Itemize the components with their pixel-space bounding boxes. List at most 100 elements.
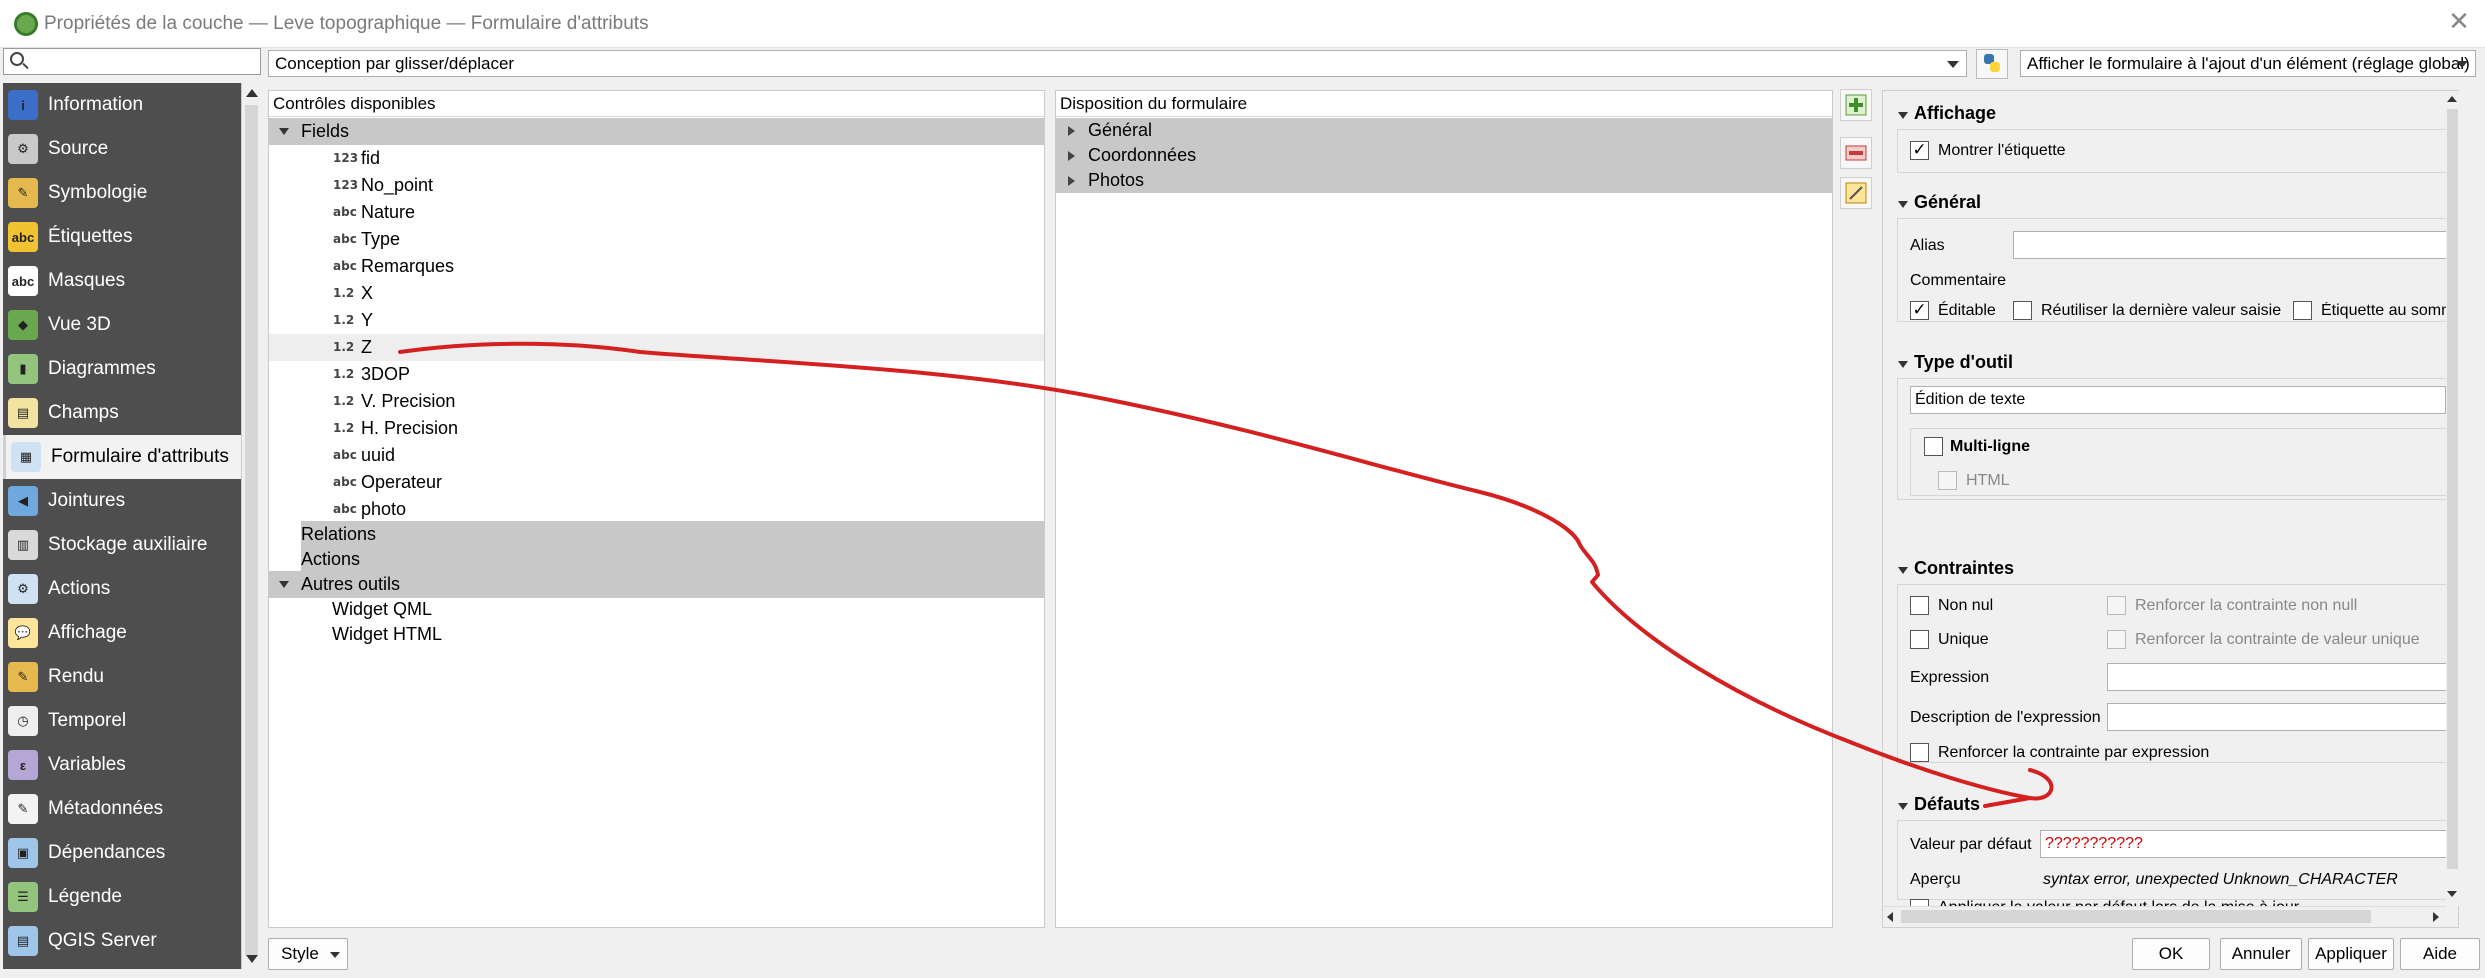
- sidebar-item-diagrams[interactable]: ▮ Diagrammes: [3, 347, 241, 391]
- multiline-checkbox[interactable]: [1924, 437, 1943, 456]
- expand-right-icon[interactable]: [1068, 151, 1075, 161]
- sidebar-scrollbar[interactable]: [241, 83, 261, 969]
- field-item[interactable]: X 1.2: [269, 280, 1044, 307]
- apply-button[interactable]: Appliquer: [2308, 938, 2394, 970]
- field-item[interactable]: V. Precision 1.2: [269, 388, 1044, 415]
- collapse-icon[interactable]: [1898, 567, 1908, 574]
- horizontal-scrollbar[interactable]: [1883, 906, 2446, 926]
- search-box[interactable]: [3, 48, 261, 75]
- sidebar-item-attribute-form[interactable]: ▦ Formulaire d'attributs: [3, 435, 241, 479]
- sidebar-item-information[interactable]: i Information: [3, 83, 241, 127]
- widget-item[interactable]: Widget HTML: [269, 621, 1044, 648]
- sidebar-item-symbology[interactable]: ✎ Symbologie: [3, 171, 241, 215]
- scroll-down-icon[interactable]: [2447, 891, 2457, 897]
- scroll-left-icon[interactable]: [1887, 912, 1893, 922]
- scroll-up-icon[interactable]: [2447, 96, 2457, 102]
- collapse-icon[interactable]: [1898, 803, 1908, 810]
- scroll-down-icon[interactable]: [246, 955, 258, 963]
- field-item[interactable]: 3DOP 1.2: [269, 361, 1044, 388]
- sidebar-item-masks[interactable]: abc Masques: [3, 259, 241, 303]
- expand-down-icon[interactable]: [279, 581, 289, 588]
- reuse-last-checkbox[interactable]: [2013, 301, 2032, 320]
- sidebar-item-qgis-server[interactable]: ▤ QGIS Server: [3, 919, 241, 963]
- field-item[interactable]: uuid abc: [269, 442, 1044, 469]
- widget-type-combo[interactable]: Édition de texte: [1910, 386, 2446, 414]
- invert-selection-button[interactable]: [1840, 177, 1872, 209]
- enforce-expression-checkbox[interactable]: [1910, 743, 1929, 762]
- field-item[interactable]: No_point 123: [269, 172, 1044, 199]
- editable-checkbox[interactable]: ✓: [1910, 301, 1929, 320]
- close-icon[interactable]: ✕: [2444, 6, 2474, 36]
- show-label-checkbox[interactable]: ✓: [1910, 141, 1929, 160]
- sidebar-item-variables[interactable]: ε Variables: [3, 743, 241, 787]
- remove-item-button[interactable]: [1840, 137, 1872, 169]
- sidebar-item-display[interactable]: 💬 Affichage: [3, 611, 241, 655]
- sidebar-item-rendering[interactable]: ✎ Rendu: [3, 655, 241, 699]
- expression-input[interactable]: [2107, 663, 2447, 691]
- sidebar-item-metadata[interactable]: ✎ Métadonnées: [3, 787, 241, 831]
- enforce-unique-checkbox[interactable]: [2107, 630, 2126, 649]
- field-item[interactable]: H. Precision 1.2: [269, 415, 1044, 442]
- sidebar-item-3d-view[interactable]: ◆ Vue 3D: [3, 303, 241, 347]
- sidebar-item-labels[interactable]: abc Étiquettes: [3, 215, 241, 259]
- field-item[interactable]: Y 1.2: [269, 307, 1044, 334]
- enforce-not-null-checkbox[interactable]: [2107, 596, 2126, 615]
- default-value-label: Valeur par défaut: [1910, 836, 2032, 853]
- collapse-icon[interactable]: [1898, 201, 1908, 208]
- collapse-icon[interactable]: [1898, 112, 1908, 119]
- widget-item[interactable]: Widget QML: [269, 596, 1044, 623]
- sidebar-item-temporal[interactable]: ◷ Temporel: [3, 699, 241, 743]
- sidebar-item-auxiliary-storage[interactable]: ▥ Stockage auxiliaire: [3, 523, 241, 567]
- search-input[interactable]: [30, 51, 258, 72]
- scrollbar-thumb[interactable]: [1901, 910, 2371, 923]
- field-item[interactable]: Z 1.2: [269, 334, 1044, 361]
- form-editor-combo[interactable]: Conception par glisser/déplacer: [268, 50, 1967, 77]
- sidebar-item-source[interactable]: ⚙ Source: [3, 127, 241, 171]
- sidebar-item-label: Information: [48, 94, 144, 115]
- expand-right-icon[interactable]: [1068, 176, 1075, 186]
- collapse-icon[interactable]: [1898, 361, 1908, 368]
- not-null-checkbox[interactable]: [1910, 596, 1929, 615]
- expand-down-icon[interactable]: [279, 128, 289, 135]
- scroll-right-icon[interactable]: [2433, 912, 2439, 922]
- suppress-form-combo[interactable]: Afficher le formulaire à l'ajout d'un él…: [2020, 50, 2476, 77]
- vertical-scrollbar[interactable]: [2446, 91, 2459, 906]
- help-button[interactable]: Aide: [2400, 938, 2480, 970]
- diagrams-icon: ▮: [8, 354, 38, 384]
- sidebar-item-fields[interactable]: ▤ Champs: [3, 391, 241, 435]
- sidebar-item-legend[interactable]: ☰ Légende: [3, 875, 241, 919]
- actions-group[interactable]: Actions: [301, 546, 1044, 573]
- search-icon: [10, 52, 24, 66]
- sidebar-item-dependencies[interactable]: ▣ Dépendances: [3, 831, 241, 875]
- scroll-up-icon[interactable]: [246, 89, 258, 97]
- fields-group[interactable]: Fields: [269, 118, 1044, 145]
- label-on-top-checkbox[interactable]: [2293, 301, 2312, 320]
- field-item[interactable]: Operateur abc: [269, 469, 1044, 496]
- field-item[interactable]: fid 123: [269, 145, 1044, 172]
- expression-description-input[interactable]: [2107, 703, 2447, 731]
- scrollbar-thumb[interactable]: [2447, 109, 2458, 869]
- cancel-button[interactable]: Annuler: [2220, 938, 2302, 970]
- relations-group[interactable]: Relations: [301, 521, 1044, 548]
- alias-input[interactable]: [2013, 231, 2447, 259]
- other-tools-group[interactable]: Autres outils: [269, 571, 1044, 598]
- field-item[interactable]: Nature abc: [269, 199, 1044, 226]
- layout-tab-item[interactable]: Photos: [1056, 168, 1832, 193]
- style-button[interactable]: Style: [268, 938, 348, 970]
- ok-button[interactable]: OK: [2132, 938, 2210, 970]
- unique-checkbox[interactable]: [1910, 630, 1929, 649]
- sidebar-item-joins[interactable]: ◀ Jointures: [3, 479, 241, 523]
- scrollbar-thumb[interactable]: [245, 105, 258, 955]
- layout-tab-item[interactable]: Général: [1056, 118, 1832, 143]
- add-container-button[interactable]: [1840, 89, 1872, 121]
- sidebar-item-actions[interactable]: ⚙ Actions: [3, 567, 241, 611]
- expand-right-icon[interactable]: [1068, 126, 1075, 136]
- dependencies-icon: ▣: [8, 838, 38, 868]
- html-checkbox[interactable]: [1938, 471, 1957, 490]
- default-value-input[interactable]: ???????????: [2040, 830, 2447, 858]
- field-item[interactable]: photo abc: [269, 496, 1044, 523]
- field-item[interactable]: Remarques abc: [269, 253, 1044, 280]
- layout-tab-item[interactable]: Coordonnées: [1056, 143, 1832, 168]
- field-item[interactable]: Type abc: [269, 226, 1044, 253]
- python-init-button[interactable]: [1976, 49, 2008, 79]
